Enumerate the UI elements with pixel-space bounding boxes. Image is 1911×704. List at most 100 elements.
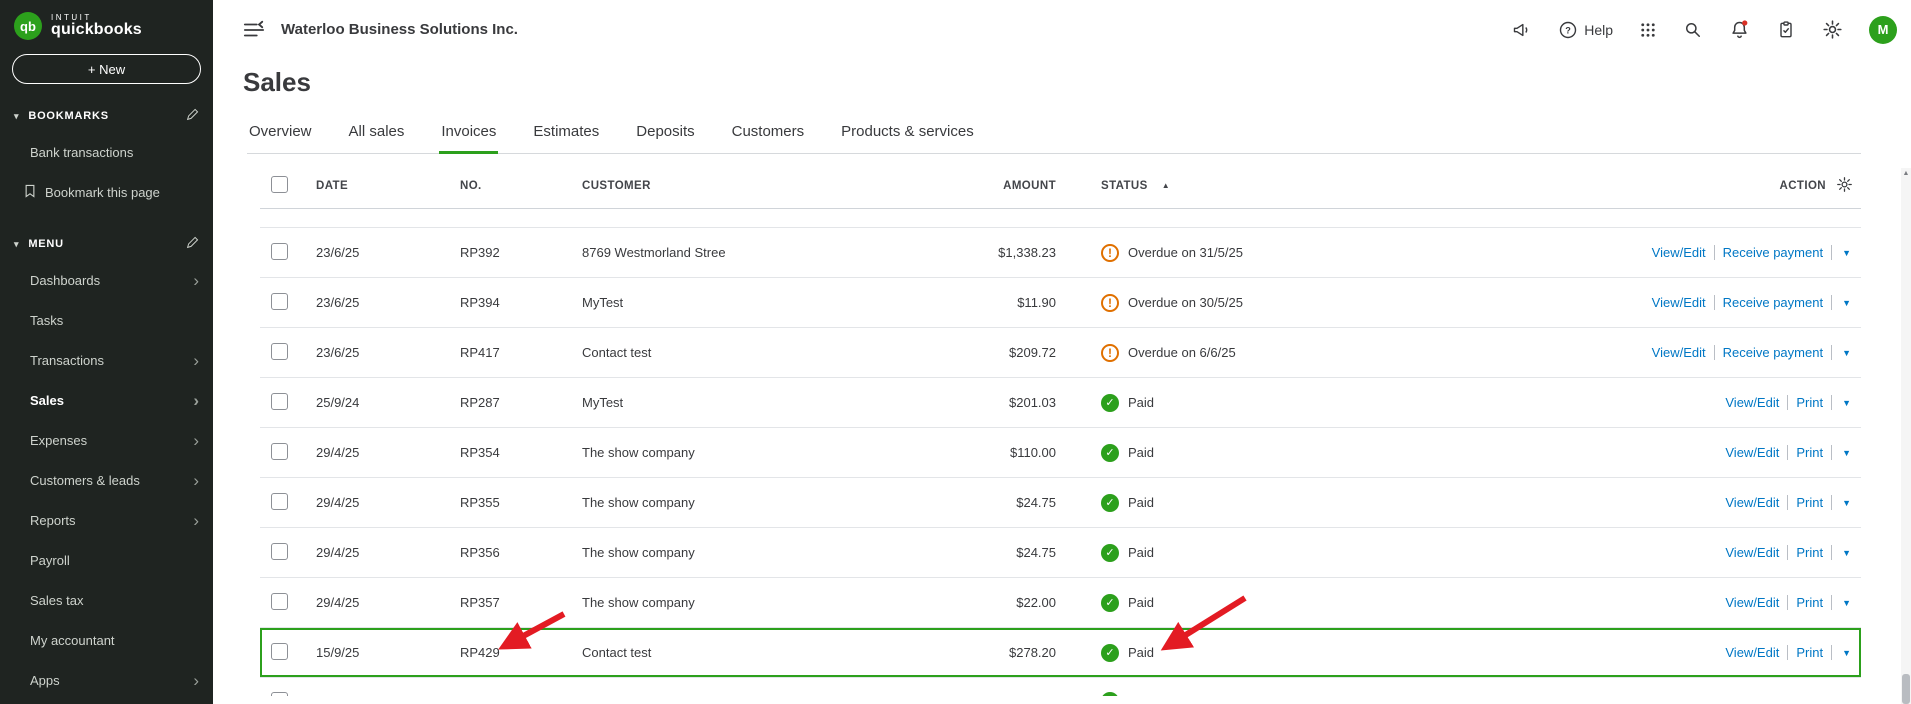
- help-button[interactable]: ? Help: [1558, 20, 1613, 40]
- action-link-receive-payment[interactable]: Receive payment: [1723, 245, 1823, 260]
- column-header-amount[interactable]: AMOUNT: [912, 180, 1056, 192]
- action-link-print[interactable]: Print: [1796, 595, 1823, 610]
- megaphone-icon[interactable]: [1512, 20, 1532, 40]
- column-header-no[interactable]: NO.: [444, 180, 582, 192]
- sidebar-item-tasks[interactable]: Tasks: [0, 300, 213, 340]
- action-link-view-edit[interactable]: View/Edit: [1725, 395, 1779, 410]
- apps-grid-icon[interactable]: [1639, 21, 1657, 39]
- action-link-view-edit[interactable]: View/Edit: [1652, 295, 1706, 310]
- tab-overview[interactable]: Overview: [247, 115, 314, 153]
- row-customer[interactable]: Contact test: [582, 645, 912, 660]
- action-link-view-edit[interactable]: View/Edit: [1725, 645, 1779, 660]
- row-customer[interactable]: MyTest: [582, 295, 912, 310]
- sidebar-item-reports[interactable]: Reports ›: [0, 500, 213, 540]
- table-row[interactable]: 23/6/25 RP417 Contact test $209.72 ! Ove…: [260, 328, 1861, 378]
- action-link-view-edit[interactable]: View/Edit: [1725, 595, 1779, 610]
- sidebar-item-customers-leads[interactable]: Customers & leads ›: [0, 460, 213, 500]
- table-row[interactable]: 29/4/25 RP354 The show company $110.00 ✓…: [260, 428, 1861, 478]
- select-all-checkbox[interactable]: [271, 175, 288, 193]
- scrollbar-up-arrow[interactable]: ▲: [1901, 170, 1911, 177]
- action-dropdown-caret[interactable]: ▼: [1840, 446, 1853, 460]
- tab-invoices[interactable]: Invoices: [439, 115, 499, 154]
- action-link-receive-payment[interactable]: Receive payment: [1723, 345, 1823, 360]
- row-checkbox[interactable]: [271, 542, 288, 560]
- sidebar-item-transactions[interactable]: Transactions ›: [0, 340, 213, 380]
- row-customer[interactable]: MyTest: [582, 395, 912, 410]
- table-row[interactable]: 25/9/24 RP287 MyTest $201.03 ✓ Paid View…: [260, 378, 1861, 428]
- column-settings-gear-icon[interactable]: [1836, 176, 1853, 196]
- row-checkbox[interactable]: [271, 342, 288, 360]
- sidebar-item-bank-transactions[interactable]: Bank transactions: [0, 132, 213, 172]
- column-header-date[interactable]: DATE: [304, 180, 444, 192]
- action-dropdown-caret[interactable]: ▼: [1840, 596, 1853, 610]
- user-avatar[interactable]: M: [1869, 15, 1897, 44]
- action-dropdown-caret[interactable]: ▼: [1840, 646, 1853, 660]
- sidebar-item-my-accountant[interactable]: My accountant: [0, 620, 213, 660]
- sidebar-item-sales[interactable]: Sales ›: [0, 380, 213, 420]
- sidebar-item-bookmark-this-page[interactable]: Bookmark this page: [0, 172, 213, 212]
- sidebar-item-expenses[interactable]: Expenses ›: [0, 420, 213, 460]
- row-checkbox[interactable]: [271, 442, 288, 460]
- row-checkbox[interactable]: [271, 492, 288, 510]
- tab-deposits[interactable]: Deposits: [634, 115, 696, 153]
- action-link-receive-payment[interactable]: Receive payment: [1723, 295, 1823, 310]
- table-row[interactable]: 29/4/25 RP356 The show company $24.75 ✓ …: [260, 528, 1861, 578]
- row-customer[interactable]: The show company: [582, 495, 912, 510]
- action-link-view-edit[interactable]: View/Edit: [1652, 245, 1706, 260]
- bookmarks-section-header[interactable]: ▾ BOOKMARKS: [0, 100, 213, 132]
- scrollbar-thumb[interactable]: [1902, 674, 1910, 704]
- table-row[interactable]: 29/4/25 RP355 The show company $24.75 ✓ …: [260, 478, 1861, 528]
- tab-all-sales[interactable]: All sales: [347, 115, 407, 153]
- row-customer[interactable]: 8769 Westmorland Stree: [582, 245, 912, 260]
- table-row[interactable]: 29/4/25 RP357 The show company $22.00 ✓ …: [260, 578, 1861, 628]
- action-link-print[interactable]: Print: [1796, 545, 1823, 560]
- new-button[interactable]: + New: [12, 54, 201, 84]
- row-customer[interactable]: The show company: [582, 545, 912, 560]
- row-checkbox[interactable]: [271, 642, 288, 660]
- sidebar-item-apps[interactable]: Apps ›: [0, 660, 213, 700]
- menu-section-header[interactable]: ▾ MENU: [0, 228, 213, 260]
- action-dropdown-caret[interactable]: ▼: [1840, 296, 1853, 310]
- sidebar-item-sales-tax[interactable]: Sales tax: [0, 580, 213, 620]
- action-dropdown-caret[interactable]: ▼: [1840, 496, 1853, 510]
- action-link-view-edit[interactable]: View/Edit: [1725, 445, 1779, 460]
- edit-bookmarks-pencil-icon[interactable]: [186, 108, 199, 124]
- notifications-bell-icon[interactable]: [1729, 19, 1750, 40]
- action-link-view-edit[interactable]: View/Edit: [1725, 545, 1779, 560]
- row-customer[interactable]: The show company: [582, 445, 912, 460]
- action-link-view-edit[interactable]: View/Edit: [1652, 345, 1706, 360]
- tab-products-services[interactable]: Products & services: [839, 115, 976, 153]
- search-icon[interactable]: [1683, 20, 1703, 40]
- row-checkbox[interactable]: [271, 392, 288, 410]
- action-link-print[interactable]: Print: [1796, 395, 1823, 410]
- table-row[interactable]: 23/6/25 RP394 MyTest $11.90 ! Overdue on…: [260, 278, 1861, 328]
- sidebar-item-payroll[interactable]: Payroll: [0, 540, 213, 580]
- sidebar-item-dashboards[interactable]: Dashboards ›: [0, 260, 213, 300]
- action-link-print[interactable]: Print: [1796, 495, 1823, 510]
- tasks-clipboard-icon[interactable]: [1776, 20, 1796, 40]
- tab-estimates[interactable]: Estimates: [531, 115, 601, 153]
- action-link-view-edit[interactable]: View/Edit: [1725, 495, 1779, 510]
- sidebar-item-label: Reports: [30, 512, 76, 528]
- vertical-scrollbar[interactable]: ▲: [1901, 168, 1911, 704]
- row-customer[interactable]: The show company: [582, 595, 912, 610]
- column-header-customer[interactable]: CUSTOMER: [582, 180, 912, 192]
- row-checkbox[interactable]: [271, 292, 288, 310]
- action-link-print[interactable]: Print: [1796, 645, 1823, 660]
- row-checkbox[interactable]: [271, 692, 288, 696]
- action-dropdown-caret[interactable]: ▼: [1840, 396, 1853, 410]
- edit-menu-pencil-icon[interactable]: [186, 236, 199, 252]
- table-row[interactable]: 23/6/25 RP392 8769 Westmorland Stree $1,…: [260, 228, 1861, 278]
- row-checkbox[interactable]: [271, 242, 288, 260]
- column-header-status[interactable]: STATUS ▲: [1056, 180, 1481, 192]
- row-customer[interactable]: Contact test: [582, 345, 912, 360]
- action-dropdown-caret[interactable]: ▼: [1840, 246, 1853, 260]
- action-link-print[interactable]: Print: [1796, 445, 1823, 460]
- tab-customers[interactable]: Customers: [730, 115, 807, 153]
- settings-gear-icon[interactable]: [1822, 19, 1843, 40]
- action-dropdown-caret[interactable]: ▼: [1840, 346, 1853, 360]
- row-checkbox[interactable]: [271, 592, 288, 610]
- collapse-sidebar-icon[interactable]: [243, 20, 265, 40]
- action-dropdown-caret[interactable]: ▼: [1840, 546, 1853, 560]
- table-row[interactable]: 15/9/25 RP429 Contact test $278.20 ✓ Pai…: [260, 628, 1861, 678]
